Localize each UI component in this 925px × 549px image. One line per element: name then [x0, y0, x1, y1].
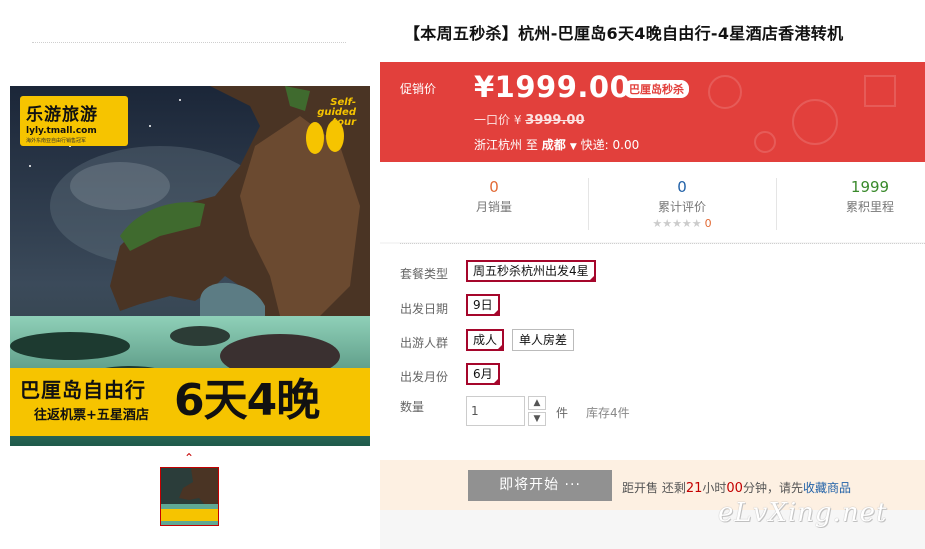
mileage-value: 1999 — [850, 178, 890, 196]
favorite-link[interactable]: 收藏商品 — [803, 481, 851, 495]
promo-banner: 巴厘岛自由行 往返机票+五星酒店 6天4晚 — [10, 368, 370, 436]
mileage-label: 累积里程 — [845, 200, 894, 214]
month-option[interactable]: 6月 — [466, 363, 500, 385]
package-label: 套餐类型 — [400, 267, 449, 281]
reviews-stat[interactable]: 0 累计评价 ★★★★★ 0 — [592, 178, 772, 230]
brand-name: 乐游旅游 — [26, 105, 98, 125]
quantity-unit: 件 — [556, 406, 569, 420]
destination-dropdown[interactable]: 成都 ▼ — [542, 138, 577, 152]
rating-count: 0 — [704, 217, 712, 230]
countdown-hours-unit: 小时 — [702, 481, 727, 495]
title-row: 【本周五秒杀】杭州-巴厘岛6天4晚自由行-4星酒店香港转机 — [380, 0, 925, 62]
group-option-single-room[interactable]: 单人房差 — [512, 329, 575, 351]
shipping-row: 浙江杭州 至 成都 ▼ 快递: 0.00 — [474, 136, 639, 153]
monthly-sales-stat: 0 月销量 — [404, 178, 584, 215]
chevron-down-icon: ▼ — [569, 142, 577, 152]
route-separator: 至 — [525, 138, 538, 152]
thumbnail-image[interactable] — [160, 467, 219, 526]
banner-days: 6天4晚 — [174, 375, 320, 426]
month-label: 出发月份 — [400, 370, 449, 384]
product-gallery: 乐游旅游 lyly.tmall.com 海外东南亚自由行销售冠军 Self-gu… — [0, 0, 380, 549]
banner-subtitle: 往返机票+五星酒店 — [34, 408, 149, 423]
countdown-minutes-unit: 分钟，请先 — [742, 481, 803, 495]
shipping-fee: 快递: 0.00 — [580, 138, 640, 152]
quantity-input[interactable]: 1 — [466, 396, 525, 426]
monthly-sales-label: 月销量 — [475, 200, 512, 214]
product-detail: 【本周五秒杀】杭州-巴厘岛6天4晚自由行-4星酒店香港转机 促销价 ¥1999.… — [380, 0, 925, 549]
mileage-stat: 1999 累积里程 — [780, 178, 925, 215]
quantity-decrease-button[interactable]: ▼ — [528, 412, 546, 426]
brand-tagline: 海外东南亚自由行销售冠军 — [26, 138, 87, 144]
watermark: eLvXing.net — [718, 498, 888, 528]
original-price-row: 一口价 ¥ 3999.00 — [474, 111, 585, 128]
group-option-adult[interactable]: 成人 — [466, 329, 505, 351]
stats-bar: 0 月销量 0 累计评价 ★★★★★ 0 1999 累积里程 — [380, 162, 925, 242]
quantity-label: 数量 — [400, 400, 425, 414]
group-label: 出游人群 — [400, 336, 449, 350]
quantity-increase-button[interactable]: ▲ — [528, 396, 546, 410]
thumbnail-banner — [161, 509, 218, 521]
date-option[interactable]: 9日 — [466, 294, 500, 316]
reviews-value: 0 — [677, 178, 687, 196]
promo-price-label: 促销价 — [400, 82, 437, 96]
package-option[interactable]: 周五秒杀杭州出发4星 — [466, 260, 596, 282]
price-panel: 促销价 ¥1999.00 巴厘岛秒杀 一口价 ¥ 3999.00 浙江杭州 至 … — [380, 62, 925, 162]
destination-city: 成都 — [541, 138, 566, 152]
divider — [588, 178, 589, 230]
countdown-minutes: 00 — [726, 481, 743, 496]
date-label: 出发日期 — [400, 302, 449, 316]
flash-sale-badge: 巴厘岛秒杀 — [624, 80, 689, 98]
promo-price: ¥1999.00 — [474, 70, 631, 104]
brand-url: lyly.tmall.com — [26, 126, 97, 136]
banner-title: 巴厘岛自由行 — [20, 378, 146, 402]
brand-logo: 乐游旅游 lyly.tmall.com 海外东南亚自由行销售冠军 — [20, 96, 128, 146]
product-title: 【本周五秒杀】杭州-巴厘岛6天4晚自由行-4星酒店香港转机 — [404, 24, 844, 43]
monthly-sales-value: 0 — [489, 178, 499, 196]
decorative-pattern — [708, 75, 896, 153]
rating-stars: ★★★★★ 0 — [592, 217, 772, 230]
countdown-hours: 21 — [685, 481, 703, 496]
main-product-image[interactable]: 乐游旅游 lyly.tmall.com 海外东南亚自由行销售冠军 Self-gu… — [10, 86, 370, 446]
divider — [32, 42, 346, 43]
stock-count: 库存4件 — [586, 406, 630, 420]
self-guided-badge: Self-guided tour — [317, 97, 356, 128]
original-price-label: 一口价 ¥ — [474, 113, 522, 127]
countdown-text: 距开售 还剩21小时00分钟，请先收藏商品 — [622, 479, 851, 496]
sku-options: 套餐类型 周五秒杀杭州出发4星 出发日期 9日 出游人群 成人 单人房差 出发月… — [380, 244, 925, 460]
reviews-label: 累计评价 — [657, 200, 706, 214]
divider — [776, 178, 777, 230]
original-price: 3999.00 — [525, 113, 585, 128]
coming-soon-button[interactable]: 即将开始 ··· — [468, 470, 612, 501]
origin-city: 浙江杭州 — [474, 138, 523, 152]
chevron-up-icon[interactable]: ⌃ — [184, 452, 194, 464]
countdown-prefix: 距开售 还剩 — [622, 481, 686, 495]
star-icons: ★★★★★ — [652, 217, 702, 230]
